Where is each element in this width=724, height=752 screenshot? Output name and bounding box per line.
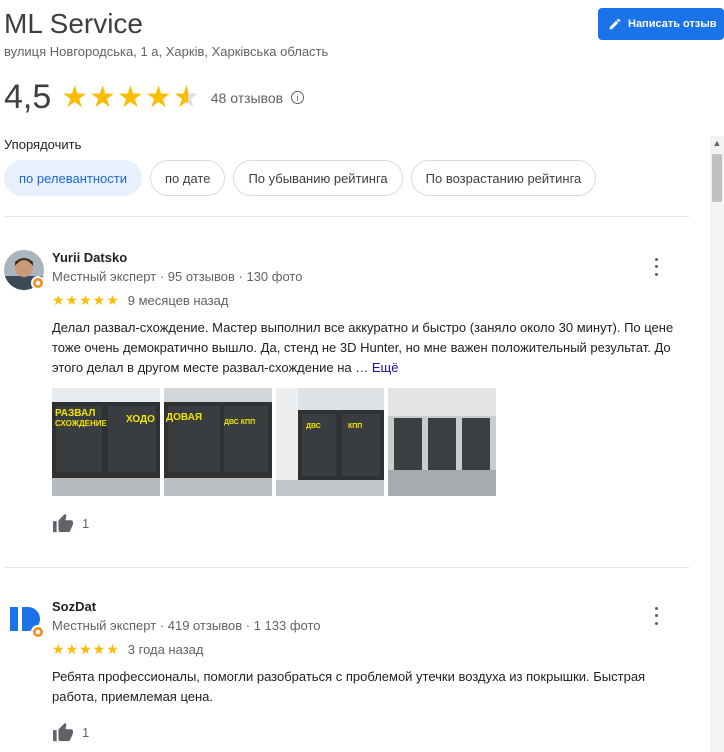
rating-summary: 4,5 ★★★★★ 48 отзывов i — [4, 78, 305, 117]
photo-sign-text: ХОДО — [126, 414, 155, 425]
info-icon[interactable]: i — [291, 91, 305, 104]
write-review-label: Написать отзыв — [628, 18, 717, 30]
like-button[interactable]: 1 — [52, 722, 89, 742]
more-options-icon[interactable] — [650, 605, 662, 627]
sort-chips: по релевантности по дате По убыванию рей… — [4, 160, 597, 196]
pencil-icon — [609, 18, 621, 30]
local-guide-badge-icon: ✸ — [31, 276, 45, 290]
scroll-up-icon[interactable]: ▲ — [710, 136, 724, 150]
review-photo[interactable]: РАЗВАЛ СХОЖДЕНИЕ ХОДО — [52, 388, 160, 496]
review-photo[interactable]: ДВС КПП — [276, 388, 384, 496]
sort-chip-rating-asc[interactable]: По возрастанию рейтинга — [410, 160, 597, 196]
sort-chip-date[interactable]: по дате — [149, 160, 226, 196]
review-author-meta: Местный эксперт · 95 отзывов · 130 фото — [52, 269, 303, 284]
scroll-thumb[interactable] — [712, 154, 722, 202]
photo-sign-text: СХОЖДЕНИЕ — [55, 419, 108, 428]
thumbs-up-icon — [53, 513, 73, 533]
review-photos: РАЗВАЛ СХОЖДЕНИЕ ХОДО ДОВАЯ ДВС КПП ДВС … — [52, 388, 496, 496]
review-text-body: Ребята профессионалы, помогли разобратьс… — [52, 669, 646, 704]
sort-chip-relevance[interactable]: по релевантности — [4, 160, 142, 196]
place-address: вулиця Новгородська, 1 а, Харків, Харків… — [4, 44, 329, 59]
reviews-count-label: 48 отзывов — [210, 89, 284, 106]
scrollbar[interactable]: ▲ — [710, 136, 724, 752]
rating-stars: ★★★★★ — [61, 80, 200, 115]
sort-chip-rating-desc[interactable]: По убыванию рейтинга — [233, 160, 403, 196]
reviews-count[interactable]: 48 отзывов i — [210, 89, 305, 106]
average-rating: 4,5 — [4, 78, 52, 116]
write-review-button[interactable]: Написать отзыв — [598, 8, 724, 40]
divider — [4, 567, 690, 568]
divider — [4, 216, 690, 217]
more-options-icon[interactable] — [650, 256, 662, 278]
read-more-link[interactable]: Ещё — [372, 360, 399, 375]
thumbs-up-icon — [53, 722, 73, 742]
half-star-icon: ★ — [173, 80, 201, 115]
review-author[interactable]: SozDat — [52, 599, 96, 614]
review-text: Делал развал-схождение. Мастер выполнил … — [52, 318, 692, 378]
local-guide-badge-icon: ✸ — [31, 625, 45, 639]
review-date: 3 года назад — [127, 642, 204, 657]
photo-sign-text: ДОВАЯ — [166, 412, 202, 423]
photo-sign-text: РАЗВАЛ — [55, 408, 95, 419]
sort-label: Упорядочить — [4, 137, 82, 152]
review-date: 9 месяцев назад — [127, 293, 229, 308]
review-text: Ребята профессионалы, помогли разобратьс… — [52, 667, 692, 707]
review-author-meta: Местный эксперт · 419 отзывов · 1 133 фо… — [52, 618, 321, 633]
review-photo[interactable]: ДОВАЯ ДВС КПП — [164, 388, 272, 496]
photo-sign-text: ДВС — [306, 423, 321, 430]
like-count: 1 — [82, 724, 90, 740]
photo-sign-text: ДВС КПП — [224, 419, 255, 426]
review-stars: ★★★★★ — [52, 292, 120, 308]
review-author[interactable]: Yurii Datsko — [52, 250, 127, 265]
place-title: ML Service — [4, 8, 144, 39]
like-button[interactable]: 1 — [52, 513, 89, 533]
like-count: 1 — [82, 515, 90, 531]
review-stars: ★★★★★ — [52, 641, 120, 657]
photo-sign-text: КПП — [348, 423, 362, 430]
review-text-body: Делал развал-схождение. Мастер выполнил … — [52, 320, 674, 375]
review-photo[interactable] — [388, 388, 496, 496]
